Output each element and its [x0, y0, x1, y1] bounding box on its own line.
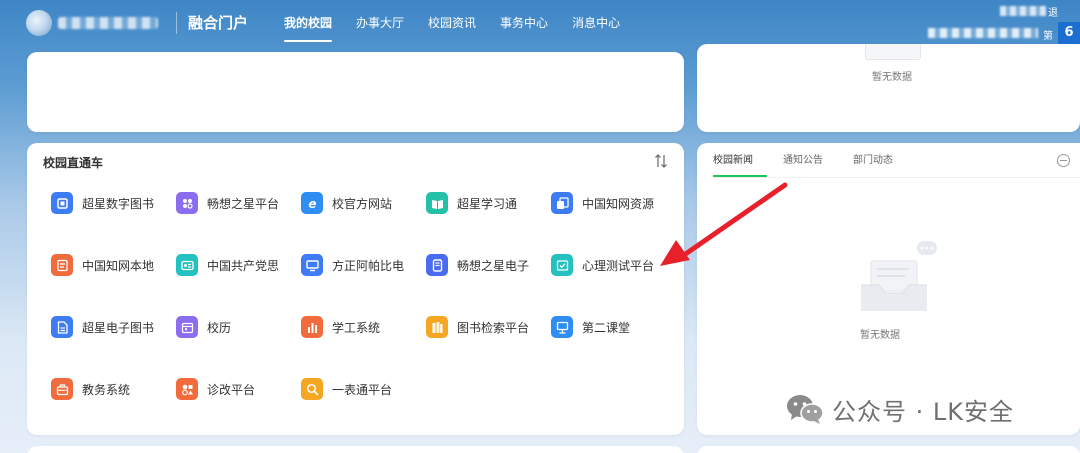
shortcut-label: 超星学习通	[457, 196, 518, 211]
shortcut-label: 中国知网资源	[582, 196, 655, 211]
monitor-icon	[301, 254, 323, 276]
shortcut-item[interactable]: 教务系统	[51, 377, 176, 401]
shortcut-label: 第二课堂	[582, 320, 631, 335]
section-title: 校园直通车	[43, 156, 104, 170]
nav-tab-campus-news[interactable]: 校园资讯	[416, 0, 488, 48]
test-paper-icon	[551, 254, 573, 276]
main-nav-tabs: 我的校园 办事大厅 校园资讯 事务中心 消息中心	[272, 0, 632, 48]
next-card-right	[697, 446, 1080, 453]
id-card-icon	[176, 254, 198, 276]
classroom-icon	[551, 316, 573, 338]
svg-text:e: e	[308, 197, 316, 210]
tab-campus-news[interactable]: 校园新闻	[713, 143, 767, 177]
shortcut-label: 方正阿帕比电	[332, 258, 405, 273]
news-tabs: 校园新闻 通知公告 部门动态	[713, 143, 923, 177]
tab-department-news[interactable]: 部门动态	[853, 143, 893, 177]
briefcase-icon	[51, 378, 73, 400]
shortcut-label: 心理测试平台	[582, 258, 655, 273]
shortcut-item[interactable]: 方正阿帕比电	[301, 253, 426, 277]
ebook-icon	[426, 254, 448, 276]
shortcut-label: 畅想之星平台	[207, 196, 280, 211]
shortcut-label: 校历	[207, 320, 232, 335]
shapes-icon	[176, 378, 198, 400]
shortcut-item[interactable]: 学工系统	[301, 315, 426, 339]
shortcut-item[interactable]: 心理测试平台	[551, 253, 676, 277]
empty-data-text: 暂无数据	[860, 330, 900, 341]
open-book-icon	[426, 192, 448, 214]
sort-icon[interactable]	[654, 153, 668, 169]
shortcut-label: 一表通平台	[332, 382, 393, 397]
shortcut-label: 校官方网站	[332, 196, 393, 211]
shortcut-item[interactable]: 中国共产党思	[176, 253, 301, 277]
shortcut-label: 诊改平台	[207, 382, 256, 397]
shortcut-item[interactable]: 诊改平台	[176, 377, 301, 401]
wechat-watermark: 公众号 · LK安全	[786, 392, 1014, 426]
school-name-blurred	[58, 17, 158, 29]
shortcut-item[interactable]: 超星数字图书	[51, 191, 176, 215]
nav-tab-my-campus[interactable]: 我的校园	[272, 0, 344, 48]
browser-e-icon: e	[301, 192, 323, 214]
nav-tab-service-hall[interactable]: 办事大厅	[344, 0, 416, 48]
shortcut-item[interactable]: 中国知网本地	[51, 253, 176, 277]
shortcut-label: 超星数字图书	[82, 196, 155, 211]
shortcut-label: 畅想之星电子	[457, 258, 530, 273]
top-navigation-bar: 融合门户 我的校园 办事大厅 校园资讯 事务中心 消息中心 退 第 6	[0, 0, 1080, 48]
shortcut-item[interactable]: 校历	[176, 315, 301, 339]
documents-icon	[551, 192, 573, 214]
next-card-left	[27, 446, 684, 453]
shortcut-item[interactable]: 超星学习通	[426, 191, 551, 215]
shortcut-item[interactable]: 畅想之星电子	[426, 253, 551, 277]
shortcut-label: 超星电子图书	[82, 320, 155, 335]
week-number-badge: 6	[1058, 22, 1080, 44]
user-date-blurred	[928, 28, 1038, 38]
shortcut-item[interactable]: 超星电子图书	[51, 315, 176, 339]
tab-announcements[interactable]: 通知公告	[783, 143, 823, 177]
top-left-card	[27, 52, 684, 132]
grid-dots-icon	[176, 192, 198, 214]
wechat-icon	[787, 395, 824, 424]
week-prefix: 第	[1043, 31, 1053, 42]
calendar-icon	[176, 316, 198, 338]
logout-link[interactable]: 退	[1048, 4, 1058, 19]
shortcut-label: 中国共产党思	[207, 258, 280, 273]
shortcut-item[interactable]: e 校官方网站	[301, 191, 426, 215]
document-list-icon	[51, 254, 73, 276]
shortcut-item[interactable]: 第二课堂	[551, 315, 676, 339]
portal-title: 融合门户	[188, 14, 249, 32]
school-logo[interactable]	[26, 10, 166, 36]
nav-divider	[176, 12, 177, 34]
school-emblem-icon	[26, 10, 52, 36]
search-magnifier-icon	[301, 378, 323, 400]
shortcut-item[interactable]: 中国知网资源	[551, 191, 676, 215]
shortcut-label: 图书检索平台	[457, 320, 530, 335]
shortcut-label: 教务系统	[82, 382, 131, 397]
shortcut-label: 学工系统	[332, 320, 381, 335]
empty-data-icon	[865, 44, 921, 60]
nav-tab-affairs-center[interactable]: 事务中心	[488, 0, 560, 48]
books-shelf-icon	[426, 316, 448, 338]
top-right-card: 暂无数据	[697, 44, 1080, 132]
campus-shortcuts-card: 校园直通车 超星数字图书 畅想之星平台 e 校官方网站 超星学习通 中国知网资源中国知网本…	[27, 143, 684, 435]
empty-inbox-icon	[861, 241, 937, 311]
collapse-icon[interactable]	[1057, 154, 1070, 167]
shortcut-grid: 超星数字图书 畅想之星平台 e 校官方网站 超星学习通 中国知网资源中国知网本地 中国共产党…	[51, 191, 676, 439]
shortcut-label: 中国知网本地	[82, 258, 155, 273]
bars-icon	[301, 316, 323, 338]
book-icon	[51, 192, 73, 214]
nav-tab-message-center[interactable]: 消息中心	[560, 0, 632, 48]
tab-divider	[713, 177, 1080, 178]
empty-data-text: 暂无数据	[872, 72, 912, 83]
shortcut-item[interactable]: 畅想之星平台	[176, 191, 301, 215]
file-icon	[51, 316, 73, 338]
shortcut-item[interactable]: 图书检索平台	[426, 315, 551, 339]
watermark-text: 公众号 · LK安全	[832, 397, 1014, 426]
shortcut-item[interactable]: 一表通平台	[301, 377, 426, 401]
user-info-blurred	[1000, 6, 1046, 16]
